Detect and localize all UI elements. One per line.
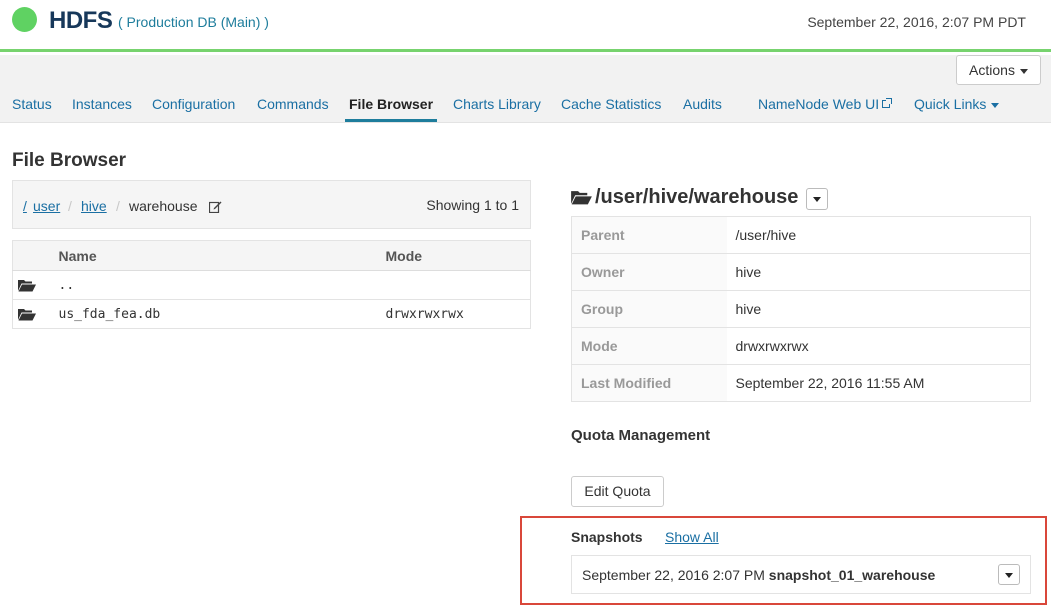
- property-key: Owner: [571, 253, 727, 291]
- tab-quick-links[interactable]: Quick Links: [914, 96, 1000, 112]
- folder-open-icon: [18, 279, 36, 291]
- actions-label: Actions: [969, 62, 1015, 78]
- service-header: HDFS ( Production DB (Main) ) September …: [0, 0, 1051, 52]
- directory-actions-dropdown[interactable]: [806, 188, 828, 210]
- property-value: hive: [726, 290, 1031, 328]
- tab-charts-library[interactable]: Charts Library: [453, 96, 541, 112]
- chevron-down-icon: [991, 102, 1000, 108]
- tab-file-browser[interactable]: File Browser: [349, 96, 433, 112]
- tab-namenode-web-ui[interactable]: NameNode Web UI: [758, 96, 893, 112]
- breadcrumb-hive-link[interactable]: hive: [81, 198, 107, 214]
- breadcrumb-separator: /: [68, 198, 72, 214]
- property-key: Last Modified: [571, 364, 727, 402]
- folder-open-icon: [18, 308, 36, 320]
- mode-column-header[interactable]: Mode: [385, 240, 531, 271]
- snapshot-actions-dropdown[interactable]: [998, 564, 1020, 585]
- file-name-parent[interactable]: ..: [58, 270, 386, 300]
- property-key: Parent: [571, 216, 727, 254]
- breadcrumb-root[interactable]: /: [23, 198, 27, 214]
- directory-path: /user/hive/warehouse: [595, 186, 799, 208]
- external-link-icon: [882, 98, 893, 108]
- icon-column-header: [12, 240, 59, 271]
- table-row[interactable]: ..: [12, 270, 531, 300]
- snapshot-date: September 22, 2016 2:07 PM: [582, 567, 765, 583]
- folder-icon-cell: [12, 270, 59, 300]
- health-status-icon: [12, 7, 37, 32]
- page-title: File Browser: [12, 150, 127, 171]
- tab-commands[interactable]: Commands: [257, 96, 329, 112]
- name-column-header[interactable]: Name: [58, 240, 386, 271]
- tab-configuration[interactable]: Configuration: [152, 96, 235, 112]
- property-value: hive: [726, 253, 1031, 291]
- edit-quota-button[interactable]: Edit Quota: [571, 476, 664, 507]
- breadcrumb: / user / hive / warehouse Showing 1 to 1: [12, 180, 531, 229]
- service-name[interactable]: HDFS: [49, 7, 113, 35]
- tab-namenode-web-ui-label: NameNode Web UI: [758, 96, 880, 112]
- show-all-snapshots-link[interactable]: Show All: [665, 529, 719, 545]
- tab-cache-statistics[interactable]: Cache Statistics: [561, 96, 661, 112]
- active-tab-indicator: [345, 119, 437, 122]
- file-name[interactable]: us_fda_fea.db: [58, 299, 386, 329]
- cluster-name-link[interactable]: ( Production DB (Main) ): [118, 14, 269, 30]
- breadcrumb-user-link[interactable]: user: [33, 198, 60, 214]
- snapshot-item[interactable]: September 22, 2016 2:07 PM snapshot_01_w…: [571, 555, 1031, 594]
- table-header-row: Name Mode: [12, 240, 531, 271]
- file-mode: [385, 270, 531, 300]
- service-navbar: Actions Status Instances Configuration C…: [0, 55, 1051, 123]
- header-datetime[interactable]: September 22, 2016, 2:07 PM PDT: [807, 14, 1026, 30]
- tab-status[interactable]: Status: [12, 96, 52, 112]
- directory-properties-table: Parent /user/hive Owner hive Group hive …: [571, 216, 1031, 402]
- breadcrumb-separator: /: [116, 198, 120, 214]
- breadcrumb-root-link[interactable]: /: [23, 198, 27, 214]
- snapshots-heading: Snapshots: [571, 529, 643, 545]
- breadcrumb-user[interactable]: user: [33, 198, 60, 214]
- property-row-parent: Parent /user/hive: [571, 216, 1031, 254]
- property-row-mode: Mode drwxrwxrwx: [571, 327, 1031, 365]
- file-mode: drwxrwxrwx: [385, 299, 531, 329]
- tab-audits[interactable]: Audits: [683, 96, 722, 112]
- breadcrumb-warehouse: warehouse: [129, 198, 198, 214]
- chevron-down-icon: [1019, 68, 1028, 74]
- file-list-table: Name Mode .. us_fda_fea.db drwxrwxrwx: [12, 240, 531, 329]
- tab-quick-links-label: Quick Links: [914, 96, 987, 112]
- breadcrumb-hive[interactable]: hive: [81, 198, 107, 214]
- table-row[interactable]: us_fda_fea.db drwxrwxrwx: [12, 299, 531, 329]
- actions-button[interactable]: Actions: [956, 55, 1041, 85]
- property-key: Mode: [571, 327, 727, 365]
- showing-count: Showing 1 to 1: [426, 197, 519, 213]
- property-row-group: Group hive: [571, 290, 1031, 328]
- property-key: Group: [571, 290, 727, 328]
- quota-management-heading: Quota Management: [571, 427, 711, 444]
- folder-icon-cell: [12, 299, 59, 329]
- property-value: drwxrwxrwx: [726, 327, 1031, 365]
- property-row-last-modified: Last Modified September 22, 2016 11:55 A…: [571, 364, 1031, 402]
- property-value: September 22, 2016 11:55 AM: [726, 364, 1031, 402]
- folder-open-icon: [571, 191, 592, 205]
- directory-title: /user/hive/warehouse: [571, 186, 798, 209]
- snapshot-entry: September 22, 2016 2:07 PM snapshot_01_w…: [582, 567, 935, 583]
- snapshot-name: snapshot_01_warehouse: [768, 567, 936, 583]
- property-value: /user/hive: [726, 216, 1031, 254]
- tab-instances[interactable]: Instances: [72, 96, 132, 112]
- property-row-owner: Owner hive: [571, 253, 1031, 291]
- edit-path-icon[interactable]: [209, 200, 222, 213]
